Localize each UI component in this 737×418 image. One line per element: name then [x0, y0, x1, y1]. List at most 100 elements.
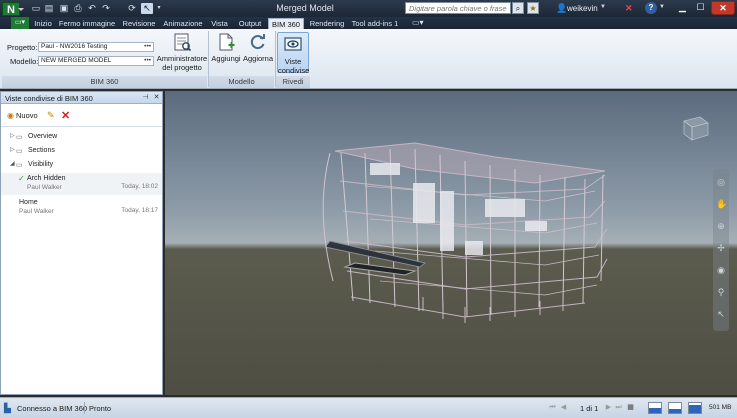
edit-icon[interactable]: ✎: [47, 110, 58, 122]
app-menu-button[interactable]: N: [2, 2, 24, 16]
folder-icon: ▭: [16, 162, 23, 169]
web-server-progress-icon: [688, 402, 702, 414]
aggiorna-label: Aggiorna: [242, 54, 274, 63]
list-item[interactable]: ✓ Arch Hidden Paul Walker Today, 18:02: [1, 173, 162, 195]
new-icon[interactable]: ▤: [43, 3, 55, 14]
maximize-icon[interactable]: ☐: [692, 1, 709, 15]
tree-folder-visibility[interactable]: ◢ ▭ Visibility: [1, 159, 162, 170]
print-icon[interactable]: ⎙: [72, 3, 84, 14]
modello-field[interactable]: NEW MERGED MODEL •••: [38, 56, 154, 66]
view-name: Arch Hidden: [27, 175, 66, 182]
steering-wheel-icon[interactable]: ◎: [716, 177, 726, 187]
select-icon[interactable]: ↖: [141, 3, 153, 14]
memory-usage: 501 MB: [709, 404, 732, 411]
add-document-icon: [219, 33, 235, 51]
view-date: Today, 18:02: [121, 183, 158, 190]
tab-output[interactable]: Output: [236, 18, 264, 29]
tab-tool-add-ins[interactable]: Tool add-ins 1: [350, 18, 400, 29]
3d-viewport[interactable]: ◎ ✋ ⊕ ✢ ◉ ⚲ ↖: [165, 91, 737, 395]
minimize-icon[interactable]: ▁: [674, 1, 691, 15]
progetto-label: Progetto:: [7, 43, 38, 52]
look-icon[interactable]: ◉: [716, 265, 726, 275]
perf-fill: [689, 404, 701, 413]
star-icon[interactable]: ★: [527, 2, 539, 14]
close-icon[interactable]: ✕: [711, 1, 735, 15]
view-author: Paul Walker: [27, 184, 62, 191]
last-page-icon[interactable]: ⏭: [614, 403, 623, 413]
status-separator: [84, 402, 85, 414]
new-view-label: Nuovo: [15, 111, 38, 120]
project-admin-icon: [174, 33, 192, 52]
tab-fermo-immagine[interactable]: Fermo immagine: [58, 18, 116, 29]
viste-condivise-button[interactable]: Viste condivise: [277, 32, 310, 75]
user-name[interactable]: weikevin: [567, 4, 598, 13]
save-icon[interactable]: ▣: [58, 3, 70, 14]
new-view-button[interactable]: ◉ Nuovo: [7, 110, 38, 122]
expand-icon[interactable]: ▷: [10, 131, 15, 142]
tab-animazione[interactable]: Animazione: [163, 18, 203, 29]
tab-vista[interactable]: Vista: [210, 18, 229, 29]
progetto-browse-button[interactable]: •••: [144, 43, 151, 51]
search-field[interactable]: [405, 2, 511, 14]
help-icon[interactable]: ?: [645, 2, 657, 14]
search-icon[interactable]: ⌕: [512, 2, 524, 14]
user-icon[interactable]: 👤: [556, 3, 567, 13]
file-tab-icon[interactable]: ▭▾: [11, 17, 29, 29]
zoom-icon[interactable]: ⊕: [716, 221, 726, 231]
list-item[interactable]: Home Paul Walker Today, 18:17: [1, 197, 162, 219]
shared-views-panel: Viste condivise di BIM 360 ⊣ ✕ ◉ Nuovo ✎ …: [0, 91, 163, 395]
building-structure: [322, 142, 608, 323]
next-page-icon[interactable]: ▶: [604, 403, 613, 413]
pin-icon[interactable]: ⊣: [141, 93, 150, 102]
group-label-rivedi: Rivedi: [276, 76, 310, 88]
tab-bim-360[interactable]: BIM 360: [268, 18, 304, 29]
viewcube[interactable]: [680, 113, 712, 143]
aggiungi-label: Aggiungi: [211, 54, 241, 63]
select-icon[interactable]: ↖: [716, 309, 726, 319]
tab-overflow-icon[interactable]: ▭▾: [412, 18, 424, 27]
viste-line1: Viste: [284, 57, 302, 66]
refresh-icon: [250, 34, 265, 50]
pencil-progress-icon: [648, 402, 662, 414]
orbit-icon[interactable]: ✢: [716, 243, 726, 253]
sheet-browser-icon[interactable]: ▦: [626, 403, 635, 413]
undo-icon[interactable]: ↶: [86, 3, 98, 14]
folder-icon: ▭: [16, 148, 23, 155]
status-bar: ▙ Connesso a BIM 360 Pronto ⏮ ◀ 1 di 1 ▶…: [0, 397, 737, 418]
tab-inizio[interactable]: Inizio: [33, 18, 53, 29]
search-input[interactable]: [406, 3, 510, 13]
walk-icon[interactable]: ⚲: [716, 287, 726, 297]
expand-icon[interactable]: ▷: [10, 145, 15, 156]
panel-close-icon[interactable]: ✕: [152, 93, 161, 102]
help-dropdown-icon[interactable]: ▼: [659, 4, 665, 10]
refresh-icon[interactable]: ⟳: [126, 3, 138, 14]
delete-icon[interactable]: ✕: [61, 109, 72, 122]
aggiorna-button[interactable]: Aggiorna: [242, 32, 274, 63]
amministratore-progetto-button[interactable]: Amministratore del progetto: [155, 32, 209, 72]
view-author: Paul Walker: [19, 208, 54, 215]
ribbon-panel: Progetto: Paul - NW2016 Testing ••• Mode…: [0, 29, 737, 89]
tree-folder-overview[interactable]: ▷ ▭ Overview: [1, 131, 162, 142]
prev-page-icon[interactable]: ◀: [559, 403, 568, 413]
pan-icon[interactable]: ✋: [716, 199, 727, 209]
viste-line2: condivise: [278, 66, 310, 75]
open-icon[interactable]: ▭: [30, 3, 42, 14]
modello-browse-button[interactable]: •••: [144, 57, 151, 65]
tree-folder-sections[interactable]: ▷ ▭ Sections: [1, 145, 162, 156]
tab-rendering[interactable]: Rendering: [309, 18, 345, 29]
tab-revisione[interactable]: Revisione: [122, 18, 156, 29]
quick-access-dropdown[interactable]: ▾: [153, 3, 165, 14]
connection-status: Connesso a BIM 360: [17, 404, 88, 413]
ready-status: Pronto: [89, 404, 112, 413]
collapse-icon[interactable]: ◢: [10, 159, 15, 170]
progetto-field[interactable]: Paul - NW2016 Testing •••: [38, 42, 154, 52]
first-page-icon[interactable]: ⏮: [548, 403, 557, 413]
redo-icon[interactable]: ↷: [100, 3, 112, 14]
exchange-icon[interactable]: ✕: [625, 3, 635, 13]
camera-icon: ◉: [7, 111, 14, 120]
modello-value: NEW MERGED MODEL: [41, 57, 112, 64]
aggiungi-button[interactable]: Aggiungi: [210, 32, 242, 63]
disk-progress-icon: [668, 402, 682, 414]
user-dropdown-icon[interactable]: ▼: [600, 4, 606, 10]
bim360-connection-icon: ▙: [4, 403, 11, 413]
